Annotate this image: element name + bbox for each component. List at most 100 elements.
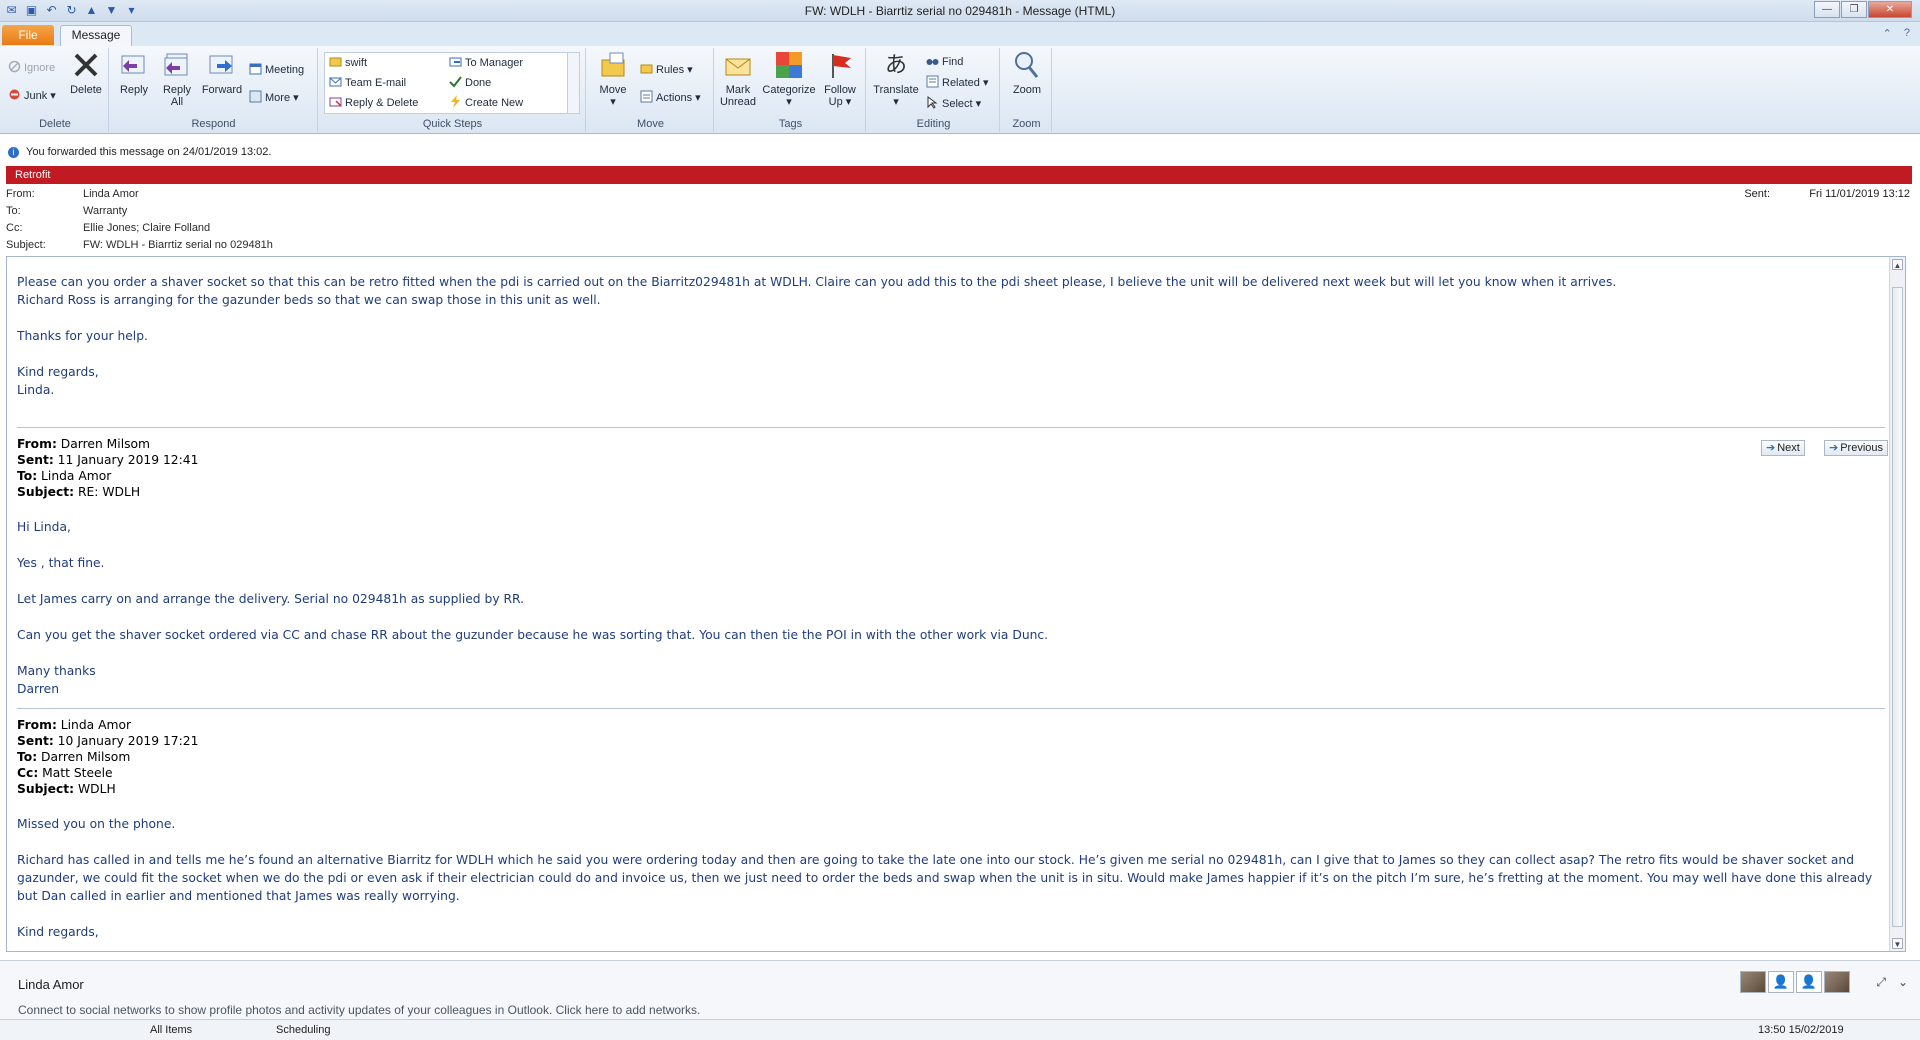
select-button[interactable]: Select ▾ xyxy=(926,96,981,112)
previous-button[interactable]: ➔ Previous xyxy=(1824,440,1889,456)
body-paragraph: Thanks for your help. xyxy=(17,329,148,343)
message-content: Please can you order a shaver socket so … xyxy=(17,267,1887,941)
actions-button[interactable]: Actions ▾ xyxy=(640,90,701,106)
team-email-icon xyxy=(329,75,342,88)
meeting-icon xyxy=(249,62,262,75)
title-bar: ✉ ▣ ↶ ↻ ▲ ▼ ▾ FW: WDLH - Biarrtiz serial… xyxy=(0,0,1920,22)
translate-button[interactable]: あ Translate ▾ xyxy=(872,50,920,108)
quick-step-swift[interactable]: swift xyxy=(329,55,367,71)
quick-step-create-new[interactable]: Create New xyxy=(449,95,523,111)
avatar[interactable] xyxy=(1740,971,1766,993)
delete-button[interactable]: Delete xyxy=(66,50,106,96)
quick-step-reply-delete[interactable]: Reply & Delete xyxy=(329,95,418,111)
rules-button[interactable]: Rules ▾ xyxy=(640,62,693,78)
flag-icon xyxy=(825,50,855,80)
move-button[interactable]: Move ▾ xyxy=(596,50,630,108)
respond-group: Reply Reply All Forward Meeting More ▾ Re… xyxy=(110,48,318,132)
forward-button[interactable]: Forward xyxy=(201,50,243,96)
people-pane-name[interactable]: Linda Amor xyxy=(18,977,84,992)
delete-group: Ignore Junk ▾ Delete Delete xyxy=(2,48,109,132)
social-networks-link[interactable]: Connect to social networks to show profi… xyxy=(18,1003,700,1017)
from-value[interactable]: Linda Amor xyxy=(83,186,139,202)
rules-icon xyxy=(640,62,653,75)
cc-value[interactable]: Ellie Jones; Claire Folland xyxy=(83,220,210,236)
more-icon xyxy=(249,90,262,103)
message-body[interactable]: Please can you order a shaver socket so … xyxy=(6,256,1906,952)
move-group: Move ▾ Rules ▾ Actions ▾ Move xyxy=(588,48,714,132)
categorize-button[interactable]: Categorize ▾ xyxy=(762,50,816,108)
mark-unread-button[interactable]: Mark Unread xyxy=(718,50,758,108)
scroll-down-icon[interactable]: ▼ xyxy=(1892,938,1903,949)
quick-step-team-email[interactable]: Team E-mail xyxy=(329,75,406,91)
restore-button[interactable]: ❐ xyxy=(1841,1,1867,18)
related-button[interactable]: Related ▾ xyxy=(926,75,989,91)
expand-icon[interactable]: ⤢ xyxy=(1876,975,1886,990)
more-button[interactable]: More ▾ xyxy=(249,90,299,106)
next-button[interactable]: ➔ Next xyxy=(1761,440,1805,456)
meeting-button[interactable]: Meeting xyxy=(249,62,304,78)
move-group-label: Move xyxy=(637,118,664,130)
avatar[interactable] xyxy=(1796,971,1822,993)
tab-file[interactable]: File xyxy=(2,25,54,45)
ribbon-tab-row: File Message ⌃ ? xyxy=(0,22,1920,46)
zoom-group: Zoom Zoom xyxy=(1002,48,1052,132)
translate-icon: あ xyxy=(884,52,907,77)
avatar[interactable] xyxy=(1768,971,1794,993)
divider xyxy=(17,427,1885,428)
reply-icon xyxy=(119,50,149,80)
quick-step-to-manager[interactable]: To Manager xyxy=(449,55,523,71)
minimize-button[interactable]: — xyxy=(1814,1,1840,18)
reply-delete-icon xyxy=(329,95,342,108)
close-button[interactable]: ✕ xyxy=(1868,1,1912,18)
to-value[interactable]: Warranty xyxy=(83,203,127,219)
body-paragraph: Kind regards, xyxy=(17,365,99,379)
status-scheduling[interactable]: Scheduling xyxy=(276,1024,330,1036)
body-paragraph: Many thanks xyxy=(17,664,96,678)
body-paragraph: Kind regards, xyxy=(17,925,99,939)
arrow-right-icon: ➔ xyxy=(1766,442,1776,454)
respond-group-label: Respond xyxy=(191,118,236,130)
zoom-button[interactable]: Zoom xyxy=(1008,50,1046,96)
quick-step-done[interactable]: Done xyxy=(449,75,491,91)
body-paragraph: Linda. xyxy=(17,383,55,397)
scroll-thumb[interactable] xyxy=(1892,287,1903,927)
categorize-icon xyxy=(774,50,804,80)
status-all-items[interactable]: All Items xyxy=(150,1024,192,1036)
lightning-icon xyxy=(449,95,462,108)
forward-icon xyxy=(207,50,237,80)
avatar[interactable] xyxy=(1824,971,1850,993)
avatar-strip xyxy=(1740,971,1850,993)
reply-all-button[interactable]: Reply All xyxy=(159,50,195,108)
checkmark-icon xyxy=(449,75,462,88)
follow-up-button[interactable]: Follow Up ▾ xyxy=(820,50,860,108)
find-button[interactable]: Find xyxy=(926,54,963,70)
quick-steps-gallery: swift Team E-mail Reply & Delete To Mana… xyxy=(324,52,580,114)
body-paragraph: Please can you order a shaver socket so … xyxy=(17,275,1617,289)
window-title: FW: WDLH - Biarrtiz serial no 029481h - … xyxy=(804,4,1116,18)
quick-steps-scrollbar[interactable] xyxy=(567,53,579,113)
editing-group-label: Editing xyxy=(916,118,951,130)
cursor-icon xyxy=(926,96,939,109)
help-icon[interactable]: ? xyxy=(1904,27,1910,40)
reply-button[interactable]: Reply xyxy=(116,50,152,96)
junk-icon xyxy=(8,88,21,101)
quick-steps-group-label: Quick Steps xyxy=(422,118,483,130)
ignore-button[interactable]: Ignore xyxy=(8,60,55,76)
junk-button[interactable]: Junk ▾ xyxy=(8,88,56,104)
body-paragraph: Hi Linda, xyxy=(17,520,71,534)
chevron-down-icon[interactable]: ⌄ xyxy=(1898,975,1908,990)
body-paragraph: Richard Ross is arranging for the gazund… xyxy=(17,293,601,307)
scroll-up-icon[interactable]: ▲ xyxy=(1892,259,1903,270)
tab-message[interactable]: Message xyxy=(60,25,132,46)
envelope-icon xyxy=(723,50,753,80)
vertical-scrollbar[interactable]: ▲ ▼ xyxy=(1889,257,1905,951)
quick-steps-group: swift Team E-mail Reply & Delete To Mana… xyxy=(320,48,586,132)
category-bar: Retrofit xyxy=(6,166,1912,184)
delete-group-label: Delete xyxy=(39,118,71,130)
message-header: From: Linda Amor To: Warranty Cc: Ellie … xyxy=(0,186,1920,256)
minimize-ribbon-icon[interactable]: ⌃ xyxy=(1883,27,1892,40)
sent-value: Fri 11/01/2019 13:12 xyxy=(1809,188,1910,200)
info-icon: i xyxy=(8,147,19,158)
quoted-header-3: From: Linda Amor Sent: 10 January 2019 1… xyxy=(17,718,199,796)
to-manager-icon xyxy=(449,55,462,68)
